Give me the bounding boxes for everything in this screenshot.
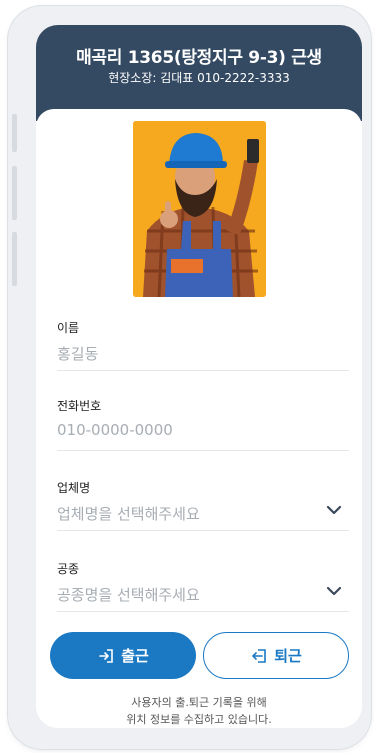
app-screen: 매곡리 1365(탕정지구 9-3) 근생 현장소장: 김대표 010-2222… bbox=[36, 25, 362, 728]
chevron-down-icon[interactable] bbox=[325, 582, 343, 600]
site-title: 매곡리 1365(탕정지구 9-3) 근생 bbox=[76, 48, 322, 68]
notice-line-1: 사용자의 출.퇴근 기록을 위해 bbox=[131, 696, 267, 709]
checkout-button[interactable]: 퇴근 bbox=[203, 632, 349, 679]
logout-icon bbox=[252, 648, 266, 663]
phone-label: 전화번호 bbox=[57, 399, 102, 413]
phone-field[interactable]: 전화번호 010-0000-0000 bbox=[57, 397, 349, 451]
trade-label: 공종 bbox=[57, 562, 80, 576]
volume-down-button bbox=[12, 232, 17, 286]
trade-placeholder[interactable]: 공종명을 선택해주세요 bbox=[57, 584, 200, 605]
location-notice: 사용자의 출.퇴근 기록을 위해 위치 정보를 수집하고 있습니다. bbox=[36, 694, 362, 728]
phone-input[interactable]: 010-0000-0000 bbox=[57, 421, 173, 439]
worker-photo bbox=[133, 121, 266, 297]
company-label: 업체명 bbox=[57, 481, 91, 495]
company-select[interactable]: 업체명 업체명을 선택해주세요 bbox=[57, 479, 349, 531]
mute-switch bbox=[12, 114, 17, 152]
volume-up-button bbox=[12, 166, 17, 220]
worker-illustration bbox=[133, 121, 266, 297]
site-manager-contact: 현장소장: 김대표 010-2222-3333 bbox=[108, 71, 290, 85]
attendance-form: 이름 홍길동 전화번호 010-0000-0000 업체명 업체명을 선택해주세… bbox=[36, 109, 362, 728]
name-field[interactable]: 이름 홍길동 bbox=[57, 319, 349, 371]
name-value[interactable]: 홍길동 bbox=[57, 343, 98, 364]
login-icon bbox=[99, 648, 113, 663]
chevron-down-icon[interactable] bbox=[325, 501, 343, 519]
checkin-button[interactable]: 출근 bbox=[50, 632, 196, 679]
notice-line-2: 위치 정보를 수집하고 있습니다. bbox=[126, 713, 272, 726]
company-placeholder[interactable]: 업체명을 선택해주세요 bbox=[57, 503, 200, 524]
checkout-label: 퇴근 bbox=[274, 647, 302, 665]
trade-select[interactable]: 공종 공종명을 선택해주세요 bbox=[57, 560, 349, 612]
name-label: 이름 bbox=[57, 321, 80, 335]
site-header: 매곡리 1365(탕정지구 9-3) 근생 현장소장: 김대표 010-2222… bbox=[36, 25, 362, 121]
checkin-label: 출근 bbox=[121, 647, 149, 665]
